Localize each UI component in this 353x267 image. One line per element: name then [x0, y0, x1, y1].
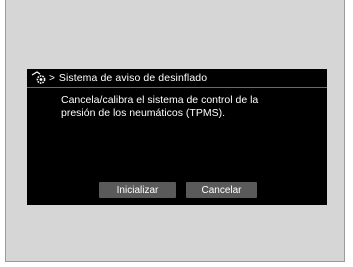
message-line-1: Cancela/calibra el sistema de control de…: [61, 94, 259, 106]
initialize-button[interactable]: Inicializar: [99, 182, 176, 198]
dialog-message: Cancela/calibra el sistema de control de…: [61, 94, 311, 120]
settings-gear-icon: [31, 71, 47, 85]
dialog-title: Sistema de aviso de desinflado: [58, 72, 208, 84]
dialog-header: > Sistema de aviso de desinflado: [27, 69, 327, 88]
tpms-dialog-screen: > Sistema de aviso de desinflado Cancela…: [27, 69, 327, 205]
message-line-2: presión de los neumáticos (TPMS).: [61, 107, 225, 119]
cancel-button[interactable]: Cancelar: [186, 182, 257, 198]
breadcrumb-chevron: >: [49, 72, 55, 84]
